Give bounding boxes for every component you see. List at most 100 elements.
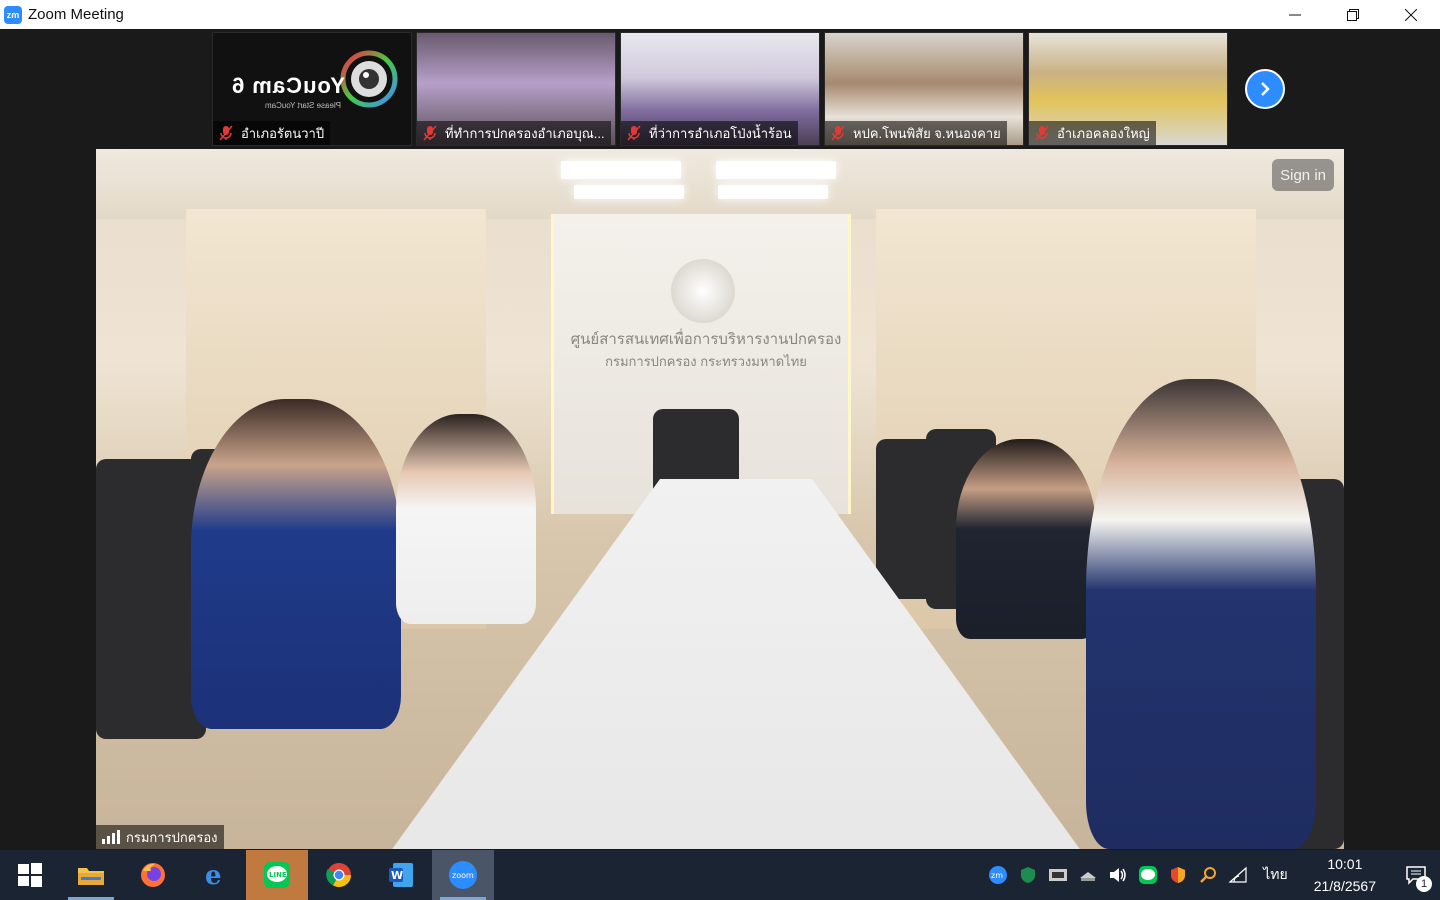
clock-date: 21/8/2567 <box>1313 878 1376 894</box>
participant-name-text: หปค.โพนพิสัย จ.หนองคาย <box>853 125 1001 141</box>
youcam-logo-subtext: Please Start YouCam <box>265 101 342 110</box>
svg-text:W: W <box>391 869 403 882</box>
tray-antivirus[interactable] <box>1163 850 1193 900</box>
participant-name: ที่ว่าการอำเภอโป่งน้ำร้อน <box>621 121 798 145</box>
participant-name: หปค.โพนพิสัย จ.หนองคาย <box>825 121 1007 145</box>
minimize-icon <box>1289 14 1301 15</box>
signal-strength-icon <box>102 830 120 844</box>
close-icon <box>1405 8 1417 21</box>
video-ceiling-light <box>718 185 828 199</box>
video-person <box>191 399 401 729</box>
taskbar-word[interactable]: W <box>370 850 432 900</box>
participant-name-text: ที่ว่าการอำเภอโป่งน้ำร้อน <box>649 125 792 141</box>
mic-off-icon <box>219 125 233 141</box>
signal-bar <box>117 830 120 844</box>
participant-thumbnail[interactable]: หปค.โพนพิสัย จ.หนองคาย <box>824 32 1024 146</box>
speaker-icon <box>1110 868 1126 882</box>
taskbar-firefox[interactable] <box>122 850 184 900</box>
next-page-button[interactable] <box>1245 69 1285 109</box>
participant-name: อำเภอคลองใหญ่ <box>1029 121 1156 145</box>
video-emblem <box>671 259 735 323</box>
tray-search[interactable] <box>1193 850 1223 900</box>
video-wall-text-line: กรมการปกครอง กระทรวงมหาดไทย <box>605 354 807 369</box>
tray-security[interactable] <box>1013 850 1043 900</box>
chevron-right-icon <box>1261 82 1270 96</box>
main-video[interactable]: ศูนย์สารสนเทศเพื่อการบริหารงานปกครอง กรม… <box>96 149 1344 849</box>
wifi-icon <box>1228 866 1247 883</box>
taskbar-file-explorer[interactable] <box>60 850 122 900</box>
participant-thumbnail-strip: YouCam 6 Please Start YouCam อำเภอรัตนวา… <box>212 32 1228 146</box>
video-ceiling-light <box>561 161 681 179</box>
zoom-icon: zoom <box>449 861 477 889</box>
chrome-icon <box>326 863 351 888</box>
video-person <box>956 439 1096 639</box>
signal-bar <box>102 839 105 844</box>
zoom-app-icon: zm <box>4 5 22 24</box>
line-tray-icon <box>1139 866 1158 884</box>
antivirus-shield-icon <box>1171 867 1186 883</box>
sign-in-button[interactable]: Sign in <box>1272 159 1334 191</box>
notification-count-badge: 1 <box>1416 876 1432 892</box>
taskbar-edge[interactable]: e <box>184 850 246 900</box>
svg-text:LINE: LINE <box>269 871 287 879</box>
system-clock[interactable]: 10:01 21/8/2567 <box>1298 853 1392 897</box>
participant-name-text: ที่ทำการปกครองอำเภอบุณ... <box>445 125 605 141</box>
mic-off-icon <box>423 125 437 141</box>
video-chair <box>96 459 206 739</box>
tray-zoom[interactable]: zm <box>983 850 1013 900</box>
participant-thumbnail[interactable]: ที่ทำการปกครองอำเภอบุณ... <box>416 32 616 146</box>
video-person <box>396 414 536 624</box>
participant-thumbnail[interactable]: ที่ว่าการอำเภอโป่งน้ำร้อน <box>620 32 820 146</box>
svg-text:zm: zm <box>991 871 1003 880</box>
taskbar: e LINE W zoom zm ไทย 10:01 21/8/2567 1 <box>0 850 1440 900</box>
mic-off-icon <box>831 125 845 141</box>
signal-bar <box>112 833 115 844</box>
tray-wifi[interactable] <box>1223 850 1253 900</box>
close-button[interactable] <box>1382 0 1440 29</box>
file-explorer-icon <box>78 868 104 885</box>
participant-name-text: อำเภอคลองใหญ่ <box>1057 125 1150 141</box>
word-icon: W <box>389 863 413 887</box>
participant-thumbnail[interactable]: อำเภอคลองใหญ่ <box>1028 32 1228 146</box>
video-wall-text-line: ศูนย์สารสนเทศเพื่อการบริหารงานปกครอง <box>570 331 842 348</box>
mic-off-icon <box>1035 125 1049 141</box>
mic-off-icon <box>627 125 641 141</box>
taskbar-chrome[interactable] <box>308 850 370 900</box>
search-icon <box>1200 867 1217 883</box>
participant-thumbnail[interactable]: YouCam 6 Please Start YouCam อำเภอรัตนวา… <box>212 32 412 146</box>
zoom-tray-icon: zm <box>989 866 1008 884</box>
window-controls <box>1266 0 1440 29</box>
video-ceiling-light <box>574 185 684 199</box>
meeting-area: YouCam 6 Please Start YouCam อำเภอรัตนวา… <box>0 29 1440 850</box>
system-tray: zm ไทย 10:01 21/8/2567 1 <box>983 850 1440 900</box>
speaker-name: กรมการปกครอง <box>126 829 218 845</box>
minimize-button[interactable] <box>1266 0 1324 29</box>
video-ceiling-light <box>716 161 836 179</box>
svg-text:zoom: zoom <box>452 871 474 880</box>
app-tray-icon <box>1049 869 1068 881</box>
taskbar-line[interactable]: LINE <box>246 850 308 900</box>
participant-name-text: อำเภอรัตนวาปี <box>241 125 325 141</box>
restore-button[interactable] <box>1324 0 1382 29</box>
participant-name: อำเภอรัตนวาปี <box>213 121 331 145</box>
signal-bar <box>107 836 110 844</box>
network-device-icon <box>1080 872 1097 881</box>
input-language[interactable]: ไทย <box>1253 864 1297 886</box>
tray-line[interactable] <box>1133 850 1163 900</box>
participant-name: ที่ทำการปกครองอำเภอบุณ... <box>417 121 611 145</box>
security-shield-icon <box>1021 867 1036 883</box>
tray-volume[interactable] <box>1103 850 1133 900</box>
taskbar-zoom[interactable]: zoom <box>432 850 494 900</box>
title-bar: zm Zoom Meeting <box>0 0 1440 29</box>
youcam-logo-text: YouCam 6 <box>231 73 345 98</box>
firefox-icon <box>141 863 165 887</box>
svg-text:e: e <box>205 861 222 889</box>
line-icon: LINE <box>264 862 290 888</box>
tray-app[interactable] <box>1043 850 1073 900</box>
window-title: Zoom Meeting <box>28 6 124 23</box>
speaker-label: กรมการปกครอง <box>96 825 224 849</box>
tray-network-device[interactable] <box>1073 850 1103 900</box>
notification-center-button[interactable]: 1 <box>1392 850 1440 900</box>
video-wall-text: ศูนย์สารสนเทศเพื่อการบริหารงานปกครอง กรม… <box>566 329 846 373</box>
start-button[interactable] <box>0 850 60 900</box>
